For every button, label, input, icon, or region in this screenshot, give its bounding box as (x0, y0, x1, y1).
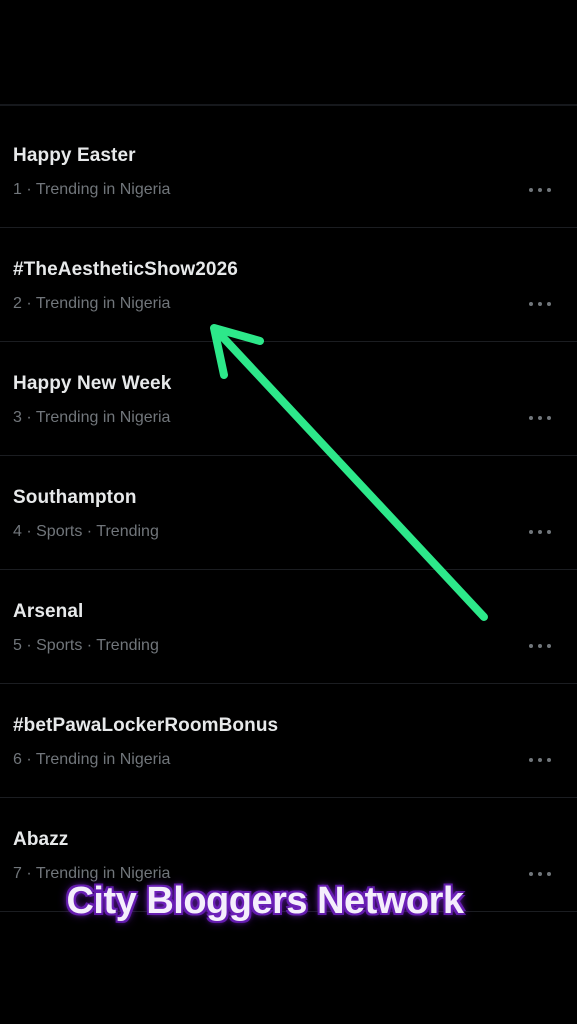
trend-item-4[interactable]: Southampton 4 · Sports · Trending (0, 456, 577, 570)
trend-title: Southampton (13, 487, 137, 508)
more-horizontal-icon[interactable] (529, 864, 551, 884)
trend-title: #betPawaLockerRoomBonus (13, 715, 279, 736)
more-horizontal-icon[interactable] (529, 180, 551, 200)
trend-item-1[interactable]: Happy Easter 1 · Trending in Nigeria (0, 114, 577, 228)
trend-title: #TheAestheticShow2026 (13, 259, 238, 280)
trend-item-5[interactable]: Arsenal 5 · Sports · Trending (0, 570, 577, 684)
more-horizontal-icon[interactable] (529, 522, 551, 542)
trend-title: Happy New Week (13, 373, 172, 394)
header-divider (0, 104, 577, 106)
more-horizontal-icon[interactable] (529, 750, 551, 770)
trend-item-2[interactable]: #TheAestheticShow2026 2 · Trending in Ni… (0, 228, 577, 342)
trend-title: Happy Easter (13, 145, 136, 166)
trend-meta: 1 · Trending in Nigeria (13, 181, 171, 198)
trends-list: Happy Easter 1 · Trending in Nigeria #Th… (0, 114, 577, 912)
watermark-text: City Bloggers Network (66, 880, 464, 922)
more-horizontal-icon[interactable] (529, 636, 551, 656)
header-area (0, 0, 577, 104)
trend-title: Abazz (13, 829, 69, 850)
trend-meta: 5 · Sports · Trending (13, 637, 159, 654)
trend-title: Arsenal (13, 601, 84, 622)
trend-item-6[interactable]: #betPawaLockerRoomBonus 6 · Trending in … (0, 684, 577, 798)
trend-meta: 4 · Sports · Trending (13, 523, 159, 540)
trend-meta: 2 · Trending in Nigeria (13, 295, 171, 312)
more-horizontal-icon[interactable] (529, 408, 551, 428)
trend-meta: 3 · Trending in Nigeria (13, 409, 171, 426)
trend-item-3[interactable]: Happy New Week 3 · Trending in Nigeria (0, 342, 577, 456)
trend-meta: 6 · Trending in Nigeria (13, 751, 171, 768)
more-horizontal-icon[interactable] (529, 294, 551, 314)
